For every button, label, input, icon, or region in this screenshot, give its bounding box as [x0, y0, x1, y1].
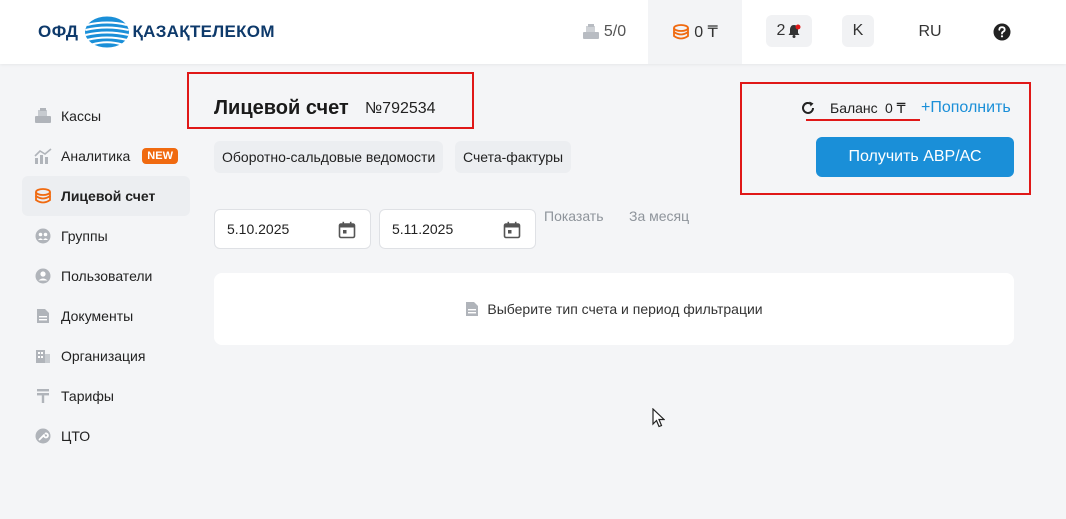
help-button[interactable]	[990, 0, 1014, 64]
analytics-icon	[34, 147, 52, 165]
page-title: Лицевой счет	[214, 97, 349, 119]
sidebar-item-kassy[interactable]: Кассы	[22, 96, 190, 136]
notification-count: 2	[776, 22, 786, 39]
calendar-icon[interactable]	[503, 221, 521, 239]
bell-icon	[788, 24, 801, 38]
sidebar-item-label: Кассы	[61, 108, 102, 124]
kassa-count-text: 5/0	[603, 23, 627, 40]
tariff-icon	[34, 387, 52, 405]
header-balance-text: 0 ₸	[694, 24, 718, 41]
tab-invoices[interactable]: Счета-фактуры	[455, 141, 572, 173]
top-header: ОФД ҚАЗАҚТЕЛЕКОМ 5/0 0 ₸ 2 K RU	[0, 0, 1066, 64]
date-to-value: 5.11.2025	[392, 221, 454, 237]
user-icon	[34, 267, 52, 285]
balance-annotation-underline	[806, 119, 920, 121]
globe-logo-icon	[85, 16, 130, 48]
question-circle-icon	[993, 23, 1011, 41]
logo-ofd-text: ОФД	[38, 22, 79, 41]
get-avr-button[interactable]: Получить АВР/АС	[816, 137, 1014, 177]
account-number: №792534	[365, 100, 436, 117]
document-icon	[466, 302, 479, 316]
date-from-field[interactable]: 5.10.2025	[214, 209, 371, 249]
sidebar-item-account[interactable]: Лицевой счет	[22, 176, 190, 216]
logo[interactable]: ОФД ҚАЗАҚТЕЛЕКОМ	[38, 16, 275, 48]
sidebar-item-cto[interactable]: ЦТО	[22, 416, 190, 456]
sidebar-item-label: ЦТО	[61, 428, 91, 444]
month-button[interactable]: За месяц	[629, 208, 689, 224]
refresh-icon[interactable]	[800, 100, 816, 116]
sidebar-item-label: Пользователи	[61, 268, 153, 284]
topup-link[interactable]: +Пополнить	[921, 99, 1011, 117]
sidebar-item-documents[interactable]: Документы	[22, 296, 190, 336]
sidebar-item-label: Лицевой счет	[61, 188, 156, 204]
tab-turnover-statements[interactable]: Оборотно-сальдовые ведомости	[214, 141, 444, 173]
coins-icon	[34, 187, 52, 205]
show-button[interactable]: Показать	[544, 208, 604, 224]
sidebar-item-label: Аналитика	[61, 148, 131, 164]
sidebar-item-organization[interactable]: Организация	[22, 336, 190, 376]
sidebar-item-label: Группы	[61, 228, 108, 244]
mouse-cursor-icon	[652, 408, 665, 428]
balance-label: Баланс	[830, 100, 878, 116]
kassa-counter[interactable]: 5/0	[574, 0, 634, 64]
sidebar-item-label: Организация	[61, 348, 146, 364]
building-icon	[34, 347, 52, 365]
wrench-icon	[34, 427, 52, 445]
empty-state-message: Выберите тип счета и период фильтрации	[487, 301, 763, 317]
calendar-icon[interactable]	[338, 221, 356, 239]
new-badge: NEW	[142, 148, 178, 164]
sidebar-item-label: Тарифы	[61, 388, 114, 404]
cash-register-icon	[582, 24, 599, 39]
document-icon	[34, 307, 52, 325]
empty-state-panel: Выберите тип счета и период фильтрации	[214, 273, 1014, 345]
notifications-button[interactable]: 2	[766, 15, 812, 47]
sidebar-item-groups[interactable]: Группы	[22, 216, 190, 256]
coins-icon	[673, 24, 690, 40]
date-from-value: 5.10.2025	[227, 221, 290, 237]
groups-icon	[34, 227, 52, 245]
date-to-field[interactable]: 5.11.2025	[379, 209, 536, 249]
balance-value: 0 ₸	[885, 100, 906, 116]
language-switcher[interactable]: RU	[910, 0, 950, 64]
avatar[interactable]: K	[842, 15, 874, 47]
sidebar-item-tariffs[interactable]: Тарифы	[22, 376, 190, 416]
sidebar-item-users[interactable]: Пользователи	[22, 256, 190, 296]
cash-register-icon	[34, 107, 52, 125]
sidebar-item-label: Документы	[61, 308, 134, 324]
sidebar: Кассы Аналитика NEW Лицевой счет Группы …	[22, 96, 190, 456]
header-balance[interactable]: 0 ₸	[648, 0, 742, 64]
logo-company-text: ҚАЗАҚТЕЛЕКОМ	[132, 22, 275, 41]
sidebar-item-analytics[interactable]: Аналитика NEW	[22, 136, 190, 176]
